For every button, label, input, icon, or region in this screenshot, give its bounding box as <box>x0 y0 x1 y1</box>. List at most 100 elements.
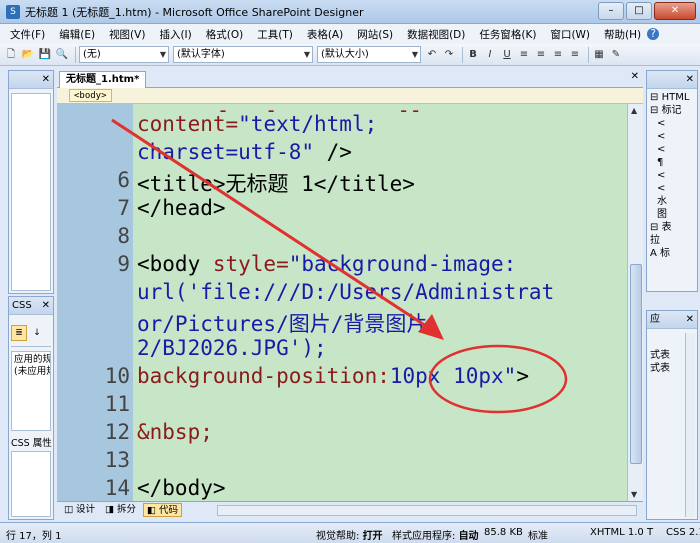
menu-data-view[interactable]: 数据视图(D) <box>407 27 465 42</box>
apply-styles-header: 应 ✕ <box>647 311 697 329</box>
toolbox-item[interactable]: A 标 <box>647 247 697 260</box>
toolbox-tag-item[interactable]: < <box>647 182 697 195</box>
toolbox-tag-item[interactable]: < <box>647 143 697 156</box>
mode-status[interactable]: 标准 <box>528 527 548 542</box>
code-line[interactable]: 6 <title>无标题 1</title> <box>57 168 627 196</box>
menu-table[interactable]: 表格(A) <box>307 27 343 42</box>
folder-list-header: ✕ <box>9 71 53 89</box>
editor-vertical-scrollbar[interactable]: ▲ ▼ <box>627 104 643 501</box>
close-icon[interactable]: ✕ <box>42 297 50 315</box>
css-panel: CSS ✕ ≣ ↓ 应用的规 (未应用规 CSS 属性 <box>8 296 54 520</box>
code-view-button[interactable]: ◧ 代码 <box>143 503 183 517</box>
font-select[interactable]: (默认字体) ▼ <box>173 46 313 63</box>
menu-format[interactable]: 格式(O) <box>206 27 243 42</box>
toolbox-tag-item[interactable]: < <box>647 117 697 130</box>
code-line[interactable]: 14 </body> <box>57 476 627 501</box>
menu-window[interactable]: 窗口(W) <box>550 27 590 42</box>
close-document-icon[interactable]: ✕ <box>631 71 639 82</box>
menu-site[interactable]: 网站(S) <box>357 27 393 42</box>
code-editor[interactable]: - - -- content="text/html; charset=utf-8"… <box>57 104 627 501</box>
apply-styles-tab[interactable]: 应 <box>650 314 660 325</box>
minimize-button[interactable]: – <box>598 2 624 20</box>
highlight-icon[interactable]: ✎ <box>609 47 623 63</box>
css-mode-icon[interactable]: ≣ <box>11 324 27 341</box>
underline-button[interactable]: U <box>500 47 514 63</box>
code-line[interactable]: 11 <box>57 392 627 420</box>
css-tab[interactable]: CSS <box>12 300 32 311</box>
code-line[interactable]: content="text/html; <box>57 112 627 140</box>
italic-button[interactable]: I <box>483 47 497 63</box>
toolbox-tag-item[interactable]: 水 <box>647 195 697 208</box>
html-section[interactable]: ⊟ HTML <box>647 91 697 104</box>
code-line[interactable]: 12 &nbsp; <box>57 420 627 448</box>
scroll-up-icon[interactable]: ▲ <box>631 106 637 115</box>
bold-button[interactable]: B <box>466 47 480 63</box>
tags-section[interactable]: ⊟ 标记 <box>647 104 697 117</box>
preview-icon[interactable]: 🔍 <box>55 47 69 63</box>
close-icon[interactable]: ✕ <box>686 311 694 329</box>
menu-bar: 文件(F) 编辑(E) 视图(V) 插入(I) 格式(O) 工具(T) 表格(A… <box>0 24 700 44</box>
scroll-thumb[interactable] <box>630 264 642 464</box>
no-rules-label: (未应用规 <box>14 366 50 377</box>
align-right-icon[interactable]: ≡ <box>551 47 565 63</box>
open-icon[interactable]: 📂 <box>21 47 35 63</box>
code-line[interactable]: charset=utf-8" /> <box>57 140 627 168</box>
body-tag[interactable]: <body> <box>69 89 112 102</box>
code-line[interactable]: 10 background-position:10px 10px"> <box>57 364 627 392</box>
file-tab[interactable]: 无标题_1.htm* <box>59 71 147 88</box>
close-button[interactable]: ✕ <box>654 2 696 20</box>
toolbox-tag-item[interactable]: 图 <box>647 208 697 221</box>
align-left-icon[interactable]: ≡ <box>517 47 531 63</box>
menu-file[interactable]: 文件(F) <box>10 27 45 42</box>
visual-aids-status[interactable]: 视觉帮助: 打开 <box>316 527 383 542</box>
menu-task-panes[interactable]: 任务窗格(K) <box>479 27 536 42</box>
border-icon[interactable]: ▦ <box>592 47 606 63</box>
undo-icon[interactable]: ↶ <box>425 47 439 63</box>
panel-scrollbar[interactable] <box>685 333 695 517</box>
style-select[interactable]: (无) ▼ <box>79 46 169 63</box>
maximize-button[interactable]: □ <box>626 2 652 20</box>
window-title: 无标题 1 (无标题_1.htm) - Microsoft Office Sha… <box>25 5 364 19</box>
font-size-select[interactable]: (默认大小) ▼ <box>317 46 421 63</box>
folder-list-content <box>11 93 51 291</box>
close-icon[interactable]: ✕ <box>42 71 50 89</box>
split-view-button[interactable]: ◨ 拆分 <box>102 503 139 517</box>
menu-insert[interactable]: 插入(I) <box>159 27 191 42</box>
code-line[interactable]: url('file:///D:/Users/Administrat <box>57 280 627 308</box>
toolbox-tag-item[interactable]: ¶ <box>647 156 697 169</box>
code-token: > <box>516 364 529 388</box>
toolbox-tag-item[interactable]: < <box>647 169 697 182</box>
editor-horizontal-scrollbar[interactable] <box>217 505 637 516</box>
css-properties-label[interactable]: CSS 属性 <box>11 435 52 449</box>
css-version-status[interactable]: CSS 2.1 <box>666 527 700 538</box>
align-center-icon[interactable]: ≡ <box>534 47 548 63</box>
design-view-button[interactable]: ◫ 设计 <box>61 503 98 517</box>
code-text: background-position:10px 10px"> <box>137 364 529 388</box>
line-number: 10 <box>104 364 130 388</box>
new-page-icon[interactable]: 🗋 <box>4 47 18 63</box>
help-icon[interactable]: ? <box>647 28 660 40</box>
toolbox-item[interactable]: 拉 <box>647 234 697 247</box>
redo-icon[interactable]: ↷ <box>442 47 456 63</box>
sort-icon[interactable]: ↓ <box>29 325 45 341</box>
code-line[interactable]: or/Pictures/图片/背景图片 <box>57 308 627 336</box>
toolbox-tag-item[interactable]: < <box>647 130 697 143</box>
code-line[interactable]: 13 <box>57 448 627 476</box>
menu-tools[interactable]: 工具(T) <box>257 27 293 42</box>
code-line[interactable]: 2/BJ2026.JPG'); <box>57 336 627 364</box>
scroll-down-icon[interactable]: ▼ <box>631 490 637 499</box>
menu-help[interactable]: 帮助(H) <box>604 27 641 42</box>
code-line[interactable]: 8 <box>57 224 627 252</box>
code-line[interactable]: 9 <body style="background-image: <box>57 252 627 280</box>
code-token: "background-image: <box>288 252 517 276</box>
menu-edit[interactable]: 编辑(E) <box>59 27 95 42</box>
save-icon[interactable]: 💾 <box>38 47 52 63</box>
code-line[interactable]: 7 </head> <box>57 196 627 224</box>
doctype-status[interactable]: XHTML 1.0 T <box>590 527 653 538</box>
code-token: url('file:///D:/Users/Administrat <box>137 280 555 304</box>
table-section[interactable]: ⊟ 表 <box>647 221 697 234</box>
close-icon[interactable]: ✕ <box>686 71 694 89</box>
style-application-status[interactable]: 样式应用程序: 自动 <box>392 527 479 542</box>
menu-view[interactable]: 视图(V) <box>109 27 145 42</box>
justify-icon[interactable]: ≡ <box>568 47 582 63</box>
